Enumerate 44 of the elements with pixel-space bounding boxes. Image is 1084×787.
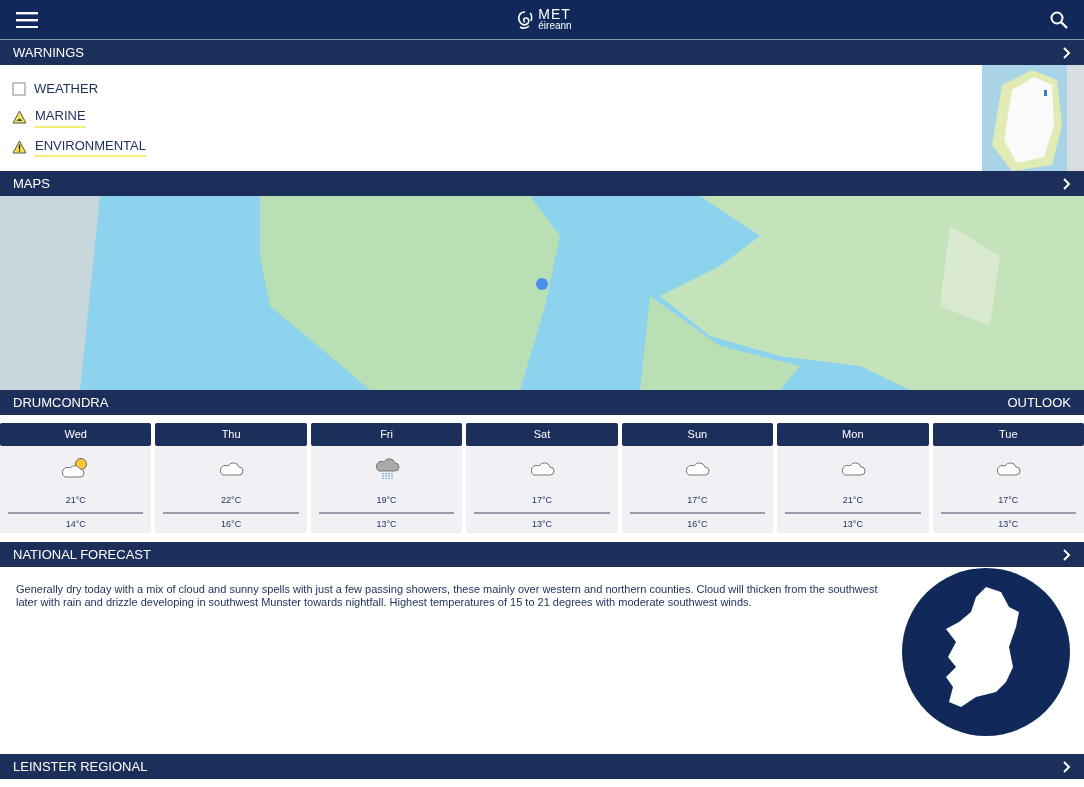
temperature-low: 13°C	[530, 517, 554, 531]
day-tab[interactable]: Wed	[0, 423, 152, 446]
section-title[interactable]: DRUMCONDRA	[13, 392, 109, 413]
logo-text: MET	[538, 8, 572, 21]
temperature-high: 19°C	[375, 494, 398, 507]
search-icon[interactable]	[1050, 10, 1068, 29]
sun-cloud-icon	[61, 457, 90, 479]
section-title[interactable]: LEINSTER REGIONAL	[13, 756, 148, 777]
warning-link[interactable]: WEATHER	[34, 78, 99, 99]
checkbox-icon	[12, 81, 26, 96]
temperature-low: 13°C	[997, 517, 1020, 531]
temperature-low: 16°C	[686, 517, 709, 531]
temperature-low: 13°C	[375, 517, 398, 531]
temperature-low: 14°C	[64, 517, 87, 531]
swirl-icon	[516, 9, 535, 30]
chevron-right-icon[interactable]	[1061, 46, 1071, 59]
temperature-high: 22°C	[220, 494, 243, 507]
temperature-high: 17°C	[686, 494, 709, 507]
chevron-right-icon[interactable]	[1061, 548, 1071, 561]
menu-icon[interactable]	[16, 11, 38, 28]
warning-icon	[12, 110, 27, 124]
logo-subtext: éireann	[538, 21, 572, 31]
section-title[interactable]: MAPS	[13, 173, 50, 194]
section-title[interactable]: NATIONAL FORECAST	[13, 544, 151, 565]
temperature-low: 16°C	[220, 517, 243, 531]
day-tab[interactable]: Sun	[621, 423, 774, 446]
outlook-link[interactable]: OUTLOOK	[1007, 392, 1071, 413]
temperature-high: 17°C	[530, 494, 554, 507]
forecast-paragraph: Generally dry today with a mix of cloud and sunny spells with just a few passing showers, these mainly over western and northern counties. Cloud will thicken from the southwest later with rain and drizzle developing in southwest Munster towards nightfall. Highest temperatures of 15 to 21 degrees with moderate southwest winds.	[15, 582, 879, 610]
day-tab[interactable]: Fri	[310, 423, 463, 446]
temperature-high: 21°C	[64, 494, 87, 507]
warning-icon	[12, 139, 27, 154]
temperature-low: 13°C	[841, 517, 864, 531]
warning-link[interactable]: MARINE	[35, 106, 86, 128]
temperature-high: 21°C	[841, 494, 864, 507]
day-tab[interactable]: Thu	[155, 423, 307, 446]
warning-link[interactable]: ENVIRONMENTAL	[35, 135, 146, 158]
section-title[interactable]: WARNINGS	[13, 42, 85, 63]
chevron-right-icon[interactable]	[1061, 177, 1071, 190]
day-tab[interactable]: Tue	[932, 423, 1084, 446]
day-tab[interactable]: Mon	[777, 423, 929, 446]
temperature-high: 17°C	[997, 494, 1020, 507]
chevron-right-icon[interactable]	[1061, 760, 1071, 773]
day-tab[interactable]: Sat	[466, 423, 618, 446]
